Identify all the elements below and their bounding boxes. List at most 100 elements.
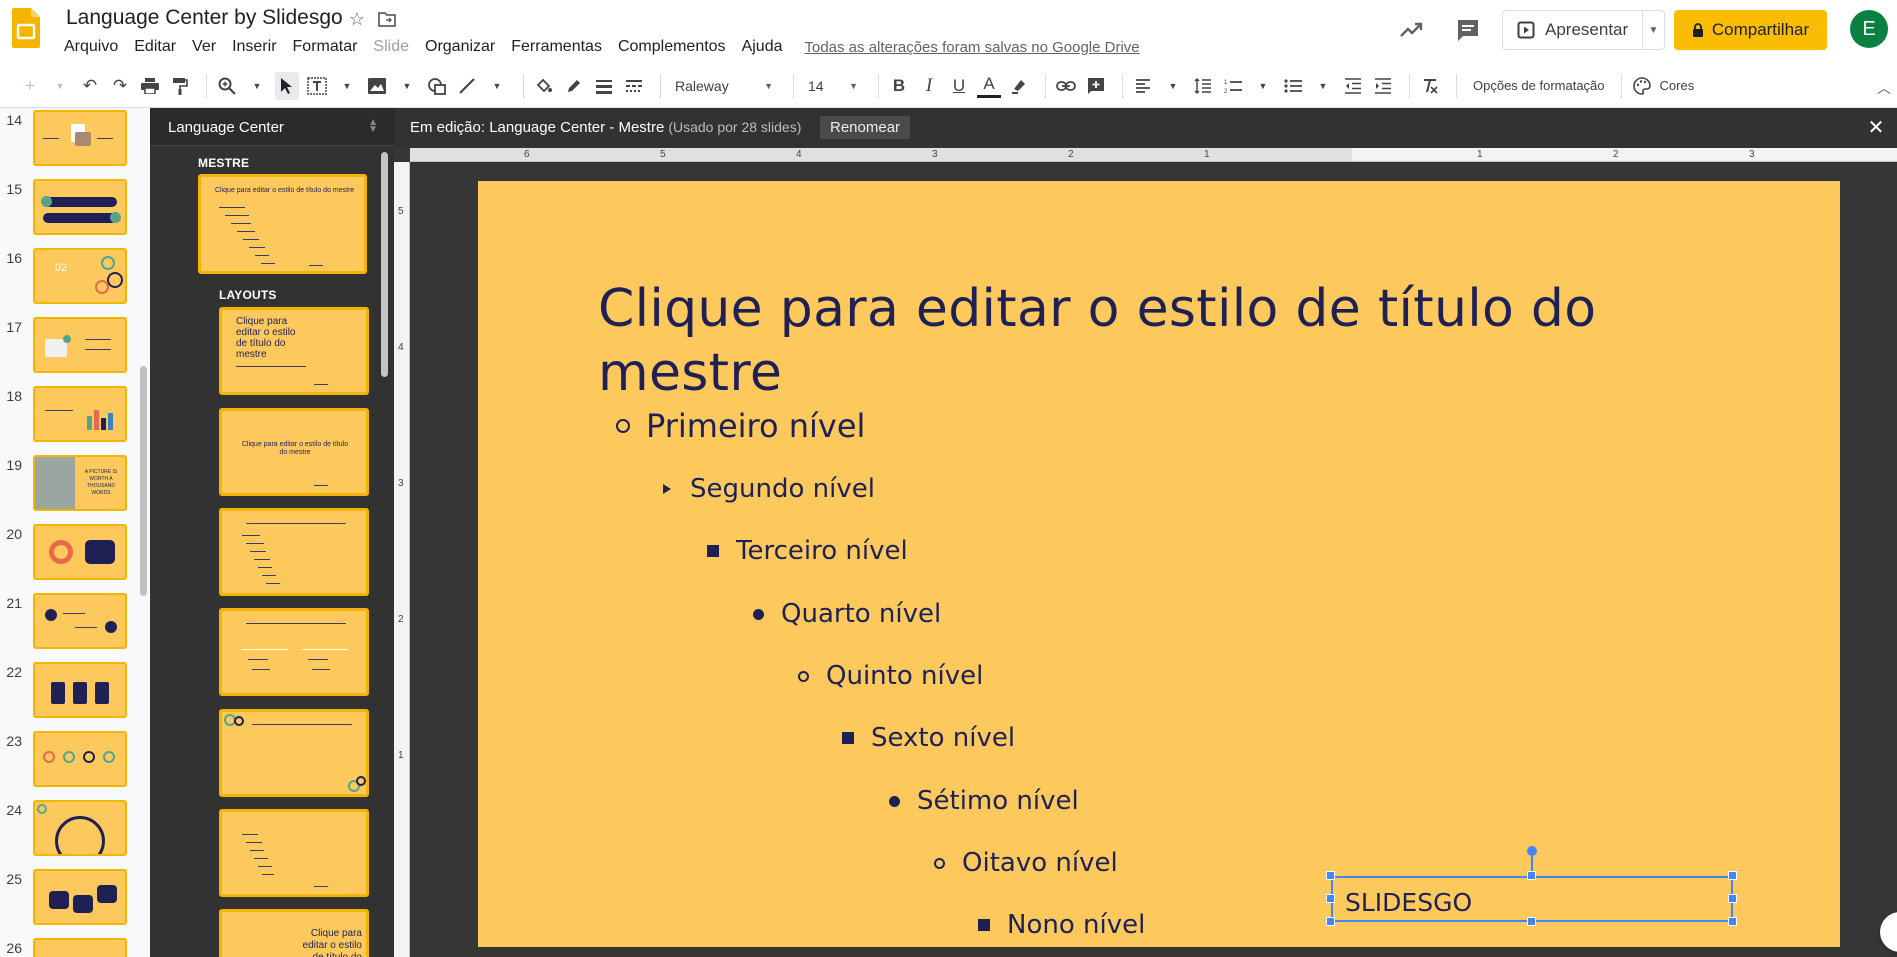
bulleted-list-chevron-icon[interactable]: ▼ (1311, 72, 1335, 100)
image-icon[interactable] (365, 72, 389, 100)
text-box-chevron-icon[interactable]: ▼ (335, 72, 359, 100)
menu-formatar[interactable]: Formatar (285, 36, 366, 58)
filmstrip-slide[interactable]: 26 (0, 938, 150, 957)
layout-thumbnail-title-only[interactable] (219, 709, 369, 797)
font-size-select[interactable]: 14 ▼ (802, 72, 864, 100)
numbered-list-chevron-icon[interactable]: ▼ (1251, 72, 1275, 100)
account-avatar[interactable]: E (1850, 10, 1888, 48)
resize-handle-ne[interactable] (1728, 871, 1737, 880)
line-icon[interactable] (455, 72, 479, 100)
filmstrip-slide[interactable]: 16 02 (0, 248, 150, 308)
underline-icon[interactable]: U (947, 72, 971, 100)
border-dash-icon[interactable] (622, 72, 646, 100)
link-icon[interactable] (1054, 72, 1078, 100)
numbered-list-icon[interactable]: 12 (1221, 72, 1245, 100)
master-thumbnail[interactable]: Clique para editar o estilo de título do… (198, 174, 367, 274)
save-status-link[interactable]: Todas as alterações foram salvas no Goog… (804, 36, 1139, 58)
theme-name[interactable]: Language Center (168, 119, 284, 136)
font-select[interactable]: Raleway ▼ (669, 72, 779, 100)
theme-colors-button[interactable]: Cores (1660, 78, 1695, 93)
activity-trend-icon[interactable] (1398, 16, 1426, 44)
sort-arrows-icon[interactable]: ▲ ▼ (368, 118, 378, 135)
image-chevron-icon[interactable]: ▼ (395, 72, 419, 100)
resize-handle-nw[interactable] (1326, 871, 1335, 880)
document-title[interactable]: Language Center by Slidesgo (66, 6, 343, 30)
move-to-folder-icon[interactable] (376, 8, 398, 30)
insert-comment-icon[interactable] (1084, 72, 1108, 100)
body-level-3[interactable]: Terceiro nível (702, 536, 908, 566)
clear-formatting-icon[interactable] (1418, 72, 1442, 100)
filmstrip-slide[interactable]: 14 (0, 110, 150, 170)
decrease-indent-icon[interactable] (1341, 72, 1365, 100)
menu-slide[interactable]: Slide (365, 36, 417, 58)
layout-thumbnail-two-columns[interactable] (219, 608, 369, 696)
resize-handle-sw[interactable] (1326, 917, 1335, 926)
align-icon[interactable] (1131, 72, 1155, 100)
highlight-color-icon[interactable] (1007, 72, 1031, 100)
filmstrip-slide[interactable]: 21 (0, 593, 150, 653)
body-level-5[interactable]: Quinto nível (792, 661, 983, 691)
rotate-handle[interactable] (1527, 846, 1537, 856)
menu-ferramentas[interactable]: Ferramentas (503, 36, 610, 58)
border-color-icon[interactable] (562, 72, 586, 100)
new-slide-plus-icon[interactable]: + (18, 72, 42, 100)
shape-icon[interactable] (425, 72, 449, 100)
menu-arquivo[interactable]: Arquivo (56, 36, 126, 58)
present-button[interactable]: Apresentar (1503, 11, 1643, 49)
layout-thumbnail-body[interactable] (219, 809, 369, 897)
layout-thumbnail-title-body[interactable] (219, 508, 369, 596)
body-level-2[interactable]: Segundo nível (656, 474, 875, 504)
filmstrip-slide[interactable]: 24 (0, 800, 150, 860)
layout-thumbnail-title[interactable]: Clique para editar o estilo de título do… (219, 307, 369, 395)
filmstrip-scrollbar[interactable] (140, 366, 147, 596)
text-color-icon[interactable]: A (977, 74, 1001, 98)
star-icon[interactable]: ☆ (346, 8, 368, 30)
text-box-icon[interactable] (305, 72, 329, 100)
collapse-toolbar-chevron-up-icon[interactable]: ︿ (1877, 78, 1891, 98)
body-level-9[interactable]: Nono nível (973, 910, 1145, 940)
filmstrip-slide[interactable]: 22 (0, 662, 150, 722)
master-panel-scrollbar[interactable] (381, 152, 388, 377)
horizontal-ruler[interactable]: 6 5 4 3 2 1 1 2 3 (410, 148, 1897, 162)
resize-handle-s[interactable] (1527, 917, 1536, 926)
resize-handle-n[interactable] (1527, 871, 1536, 880)
footer-text-box[interactable]: SLIDESGO (1331, 876, 1733, 922)
resize-handle-e[interactable] (1728, 894, 1737, 903)
palette-icon[interactable] (1630, 72, 1654, 100)
title-placeholder[interactable]: Clique para editar o estilo de título do… (598, 277, 1698, 405)
body-level-1[interactable]: Primeiro nível (612, 407, 865, 445)
filmstrip-slide[interactable]: 19 A PICTURE IS WORTH A THOUSAND WORDS (0, 455, 150, 515)
comment-icon[interactable] (1454, 16, 1482, 44)
italic-icon[interactable]: I (917, 72, 941, 100)
align-chevron-icon[interactable]: ▼ (1161, 72, 1185, 100)
filmstrip-slide[interactable]: 25 (0, 869, 150, 929)
line-spacing-icon[interactable] (1191, 72, 1215, 100)
print-icon[interactable] (138, 72, 162, 100)
body-level-7[interactable]: Sétimo nível (883, 786, 1079, 816)
select-cursor-icon[interactable] (275, 71, 299, 100)
border-weight-icon[interactable] (592, 72, 616, 100)
menu-complementos[interactable]: Complementos (610, 36, 734, 58)
rename-button[interactable]: Renomear (820, 116, 911, 139)
fill-color-icon[interactable] (532, 72, 556, 100)
layout-thumbnail-right-title[interactable]: Clique para editar o estilo de título do (219, 909, 369, 957)
body-level-6[interactable]: Sexto nível (837, 723, 1015, 753)
bold-icon[interactable]: B (887, 72, 911, 100)
menu-editar[interactable]: Editar (126, 36, 184, 58)
bulleted-list-icon[interactable] (1281, 72, 1305, 100)
increase-indent-icon[interactable] (1371, 72, 1395, 100)
redo-icon[interactable]: ↷ (108, 72, 132, 100)
filmstrip-slide[interactable]: 17 (0, 317, 150, 377)
resize-handle-se[interactable] (1728, 917, 1737, 926)
vertical-ruler[interactable]: 5 4 3 2 1 (394, 162, 410, 957)
share-button[interactable]: Compartilhar (1674, 10, 1827, 50)
menu-inserir[interactable]: Inserir (224, 36, 284, 58)
menu-ver[interactable]: Ver (184, 36, 224, 58)
filmstrip-slide[interactable]: 23 (0, 731, 150, 791)
line-chevron-icon[interactable]: ▼ (485, 72, 509, 100)
slides-logo-icon[interactable] (12, 8, 40, 48)
master-slide[interactable]: Clique para editar o estilo de título do… (478, 181, 1840, 947)
body-level-8[interactable]: Oitavo nível (928, 848, 1118, 878)
zoom-chevron-down-icon[interactable]: ▼ (245, 72, 269, 100)
new-slide-layout-chevron-icon[interactable]: ▼ (48, 72, 72, 100)
